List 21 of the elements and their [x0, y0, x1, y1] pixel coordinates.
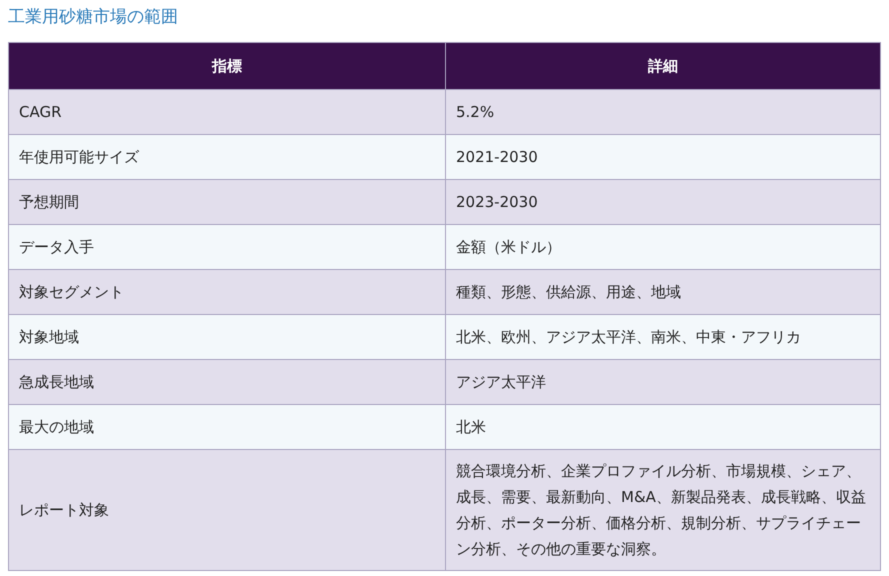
table-cell: 種類、形態、供給源、用途、地域: [446, 270, 880, 314]
table-cell: CAGR: [8, 90, 446, 134]
table-cell: 対象地域: [8, 314, 446, 360]
table-cell: 金額（米ドル）: [446, 224, 880, 270]
table-cell: レポート対象: [8, 450, 446, 570]
table-cell: 年使用可能サイズ: [8, 134, 446, 180]
table-cell: 競合環境分析、企業プロファイル分析、市場規模、シェア、成長、需要、最新動向、M&A、新製品発表、成長戦略、収益分析、ポーター分析、価格分析、規制分析、サプライチェーン分析、その他の重要な洞察。: [446, 450, 880, 570]
table-cell: 最大の地域: [8, 404, 446, 450]
table-cell: 北米、欧州、アジア太平洋、南米、中東・アフリカ: [446, 314, 880, 360]
table-cell: 5.2%: [446, 90, 880, 134]
table-cell: アジア太平洋: [446, 360, 880, 404]
table-cell: 予想期間: [8, 180, 446, 224]
column-header: 詳細: [446, 42, 880, 90]
table-cell: データ入手: [8, 224, 446, 270]
table-cell: 2023-2030: [446, 180, 880, 224]
section-title: 工業用砂糖市場の範囲: [8, 6, 179, 29]
column-header: 指標: [8, 42, 446, 90]
table-cell: 2021-2030: [446, 134, 880, 180]
table-cell: 北米: [446, 404, 880, 450]
table-cell: 対象セグメント: [8, 270, 446, 314]
table-cell: 急成長地域: [8, 360, 446, 404]
